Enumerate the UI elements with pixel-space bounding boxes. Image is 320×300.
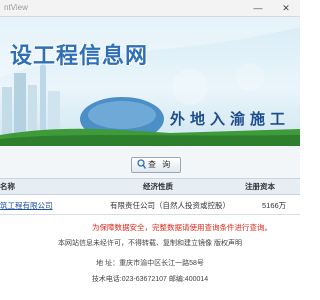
company-name-link[interactable]: 筑工程有限公司 bbox=[0, 198, 53, 213]
footer-address: 地 址：重庆市渝中区长江一路58号 bbox=[96, 260, 204, 267]
search-button[interactable]: 查 询 bbox=[131, 157, 181, 173]
banner-slogan: 外地入渝施工 bbox=[170, 110, 291, 128]
footer-contact: 技术电话:023-63672107 邮编:400014 bbox=[91, 276, 209, 283]
minimize-button[interactable]: — bbox=[244, 0, 272, 16]
column-header-capital[interactable]: 注册资本 bbox=[245, 179, 275, 194]
economic-nature: 有限责任公司（自然人投资或控股） bbox=[110, 201, 230, 210]
site-banner: 设工程信息网 外地入渝施工 bbox=[0, 17, 300, 146]
close-button[interactable]: ✕ bbox=[272, 0, 300, 16]
window-title: ntView bbox=[4, 3, 28, 12]
window-titlebar: ntView — ✕ bbox=[0, 0, 300, 17]
copyright-notice: 本网站信息未经许可，不得转载、复制和建立镜像 版权声明 bbox=[58, 240, 242, 247]
column-header-nature[interactable]: 经济性质 bbox=[143, 179, 173, 194]
column-header-name[interactable]: 名称 bbox=[0, 179, 15, 194]
magnifier-icon bbox=[137, 159, 147, 175]
site-name: 设工程信息网 bbox=[10, 44, 149, 69]
data-security-warning: 为保障数据安全，完整数据请使用查询条件进行查询。 bbox=[92, 223, 272, 232]
table-row: 筑工程有限公司 有限责任公司（自然人投资或控股） 5166万 bbox=[0, 198, 300, 215]
search-button-label: 查 询 bbox=[148, 160, 173, 169]
table-header: 名称 经济性质 注册资本 bbox=[0, 178, 300, 195]
registered-capital: 5166万 bbox=[262, 201, 287, 210]
